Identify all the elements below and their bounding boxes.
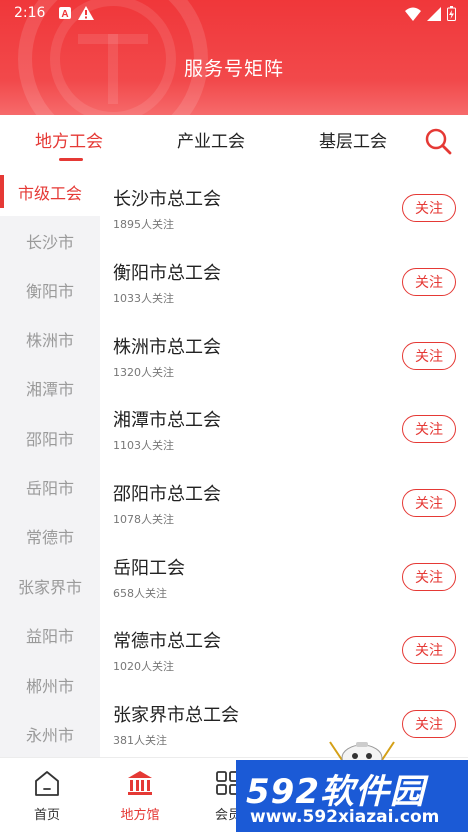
tab-industry-unions[interactable]: 产业工会 [177,127,245,152]
sidebar-item-changsha[interactable]: 长沙市 [0,216,100,265]
sidebar-item-yongzhou[interactable]: 永州市 [0,709,100,758]
follower-count: 1078人关注 [113,513,174,526]
building-icon [128,771,152,795]
list-item[interactable]: 株洲市总工会 1320人关注 关注 [100,321,468,395]
sidebar-item-xiangtan[interactable]: 湘潭市 [0,363,100,412]
active-tab-indicator [59,158,83,161]
follower-count: 1320人关注 [113,366,174,379]
tab-grassroots-unions[interactable]: 基层工会 [319,127,387,152]
sidebar-item-yiyang[interactable]: 益阳市 [0,610,100,659]
union-name: 湘潭市总工会 [113,410,221,431]
list-item[interactable]: 岳阳工会 658人关注 关注 [100,542,468,616]
sidebar-item-zhangjiajie[interactable]: 张家界市 [0,561,100,610]
nav-label: 地方馆 [120,808,160,823]
wifi-icon [405,7,421,21]
follow-button[interactable]: 关注 [402,710,456,738]
a-icon: A [59,7,71,20]
list-item[interactable]: 衡阳市总工会 1033人关注 关注 [100,247,468,321]
union-name: 邵阳市总工会 [113,484,221,505]
follow-button[interactable]: 关注 [402,194,456,222]
sidebar-item-hengyang[interactable]: 衡阳市 [0,265,100,314]
follower-count: 1895人关注 [113,218,174,231]
tab-bar: 地方工会 产业工会 基层工会 [0,115,468,167]
tab-local-unions[interactable]: 地方工会 [35,127,103,152]
svg-text:A: A [61,9,68,20]
sidebar-item-zhuzhou[interactable]: 株洲市 [0,314,100,363]
follower-count: 1020人关注 [113,660,174,673]
follower-count: 381人关注 [113,734,167,747]
app-screen: 2:16 A 服务号矩阵 地方工会 产业工会 基层工会 市级工会 长沙市 衡阳市… [0,0,468,832]
follow-button[interactable]: 关注 [402,489,456,517]
sidebar-item-yueyang[interactable]: 岳阳市 [0,462,100,511]
sidebar-item-city-level[interactable]: 市级工会 [0,167,100,216]
list-item[interactable]: 常德市总工会 1020人关注 关注 [100,615,468,689]
union-name: 株洲市总工会 [113,337,221,358]
list-item[interactable]: 长沙市总工会 1895人关注 关注 [100,173,468,247]
search-icon[interactable] [423,126,453,156]
sidebar-item-shaoyang[interactable]: 邵阳市 [0,413,100,462]
home-icon [35,771,59,796]
site-watermark: 592软件园 www.592xiazai.com [236,760,468,832]
follower-count: 1033人关注 [113,292,174,305]
city-sidebar: 市级工会 长沙市 衡阳市 株洲市 湘潭市 邵阳市 岳阳市 常德市 张家界市 益阳… [0,167,100,757]
follower-count: 1103人关注 [113,439,174,452]
union-list: 长沙市总工会 1895人关注 关注 衡阳市总工会 1033人关注 关注 株洲市总… [100,167,468,757]
list-item[interactable]: 邵阳市总工会 1078人关注 关注 [100,468,468,542]
status-bar: 2:16 A [0,0,468,28]
list-item[interactable]: 湘潭市总工会 1103人关注 关注 [100,394,468,468]
follow-button[interactable]: 关注 [402,563,456,591]
union-name: 岳阳工会 [113,558,185,579]
follower-count: 658人关注 [113,587,167,600]
watermark-brand: 592软件园 [246,772,425,812]
union-name: 长沙市总工会 [113,189,221,210]
nav-label: 首页 [33,808,60,823]
status-time: 2:16 [14,5,46,21]
follow-button[interactable]: 关注 [402,415,456,443]
sidebar-item-changde[interactable]: 常德市 [0,511,100,560]
signal-icon [427,6,441,21]
battery-icon [447,6,456,21]
follow-button[interactable]: 关注 [402,342,456,370]
nav-local-hall[interactable]: 地方馆 [100,768,180,823]
watermark-url: www.592xiazai.com [250,807,440,827]
union-name: 衡阳市总工会 [113,263,221,284]
nav-home[interactable]: 首页 [7,768,87,823]
header: 2:16 A 服务号矩阵 [0,0,468,115]
list-item[interactable]: 张家界市总工会 381人关注 关注 [100,689,468,763]
union-name: 常德市总工会 [113,631,221,652]
warning-icon [78,6,94,20]
page-title: 服务号矩阵 [183,58,284,80]
follow-button[interactable]: 关注 [402,636,456,664]
sidebar-item-chenzhou[interactable]: 郴州市 [0,660,100,709]
union-name: 张家界市总工会 [113,705,239,726]
follow-button[interactable]: 关注 [402,268,456,296]
